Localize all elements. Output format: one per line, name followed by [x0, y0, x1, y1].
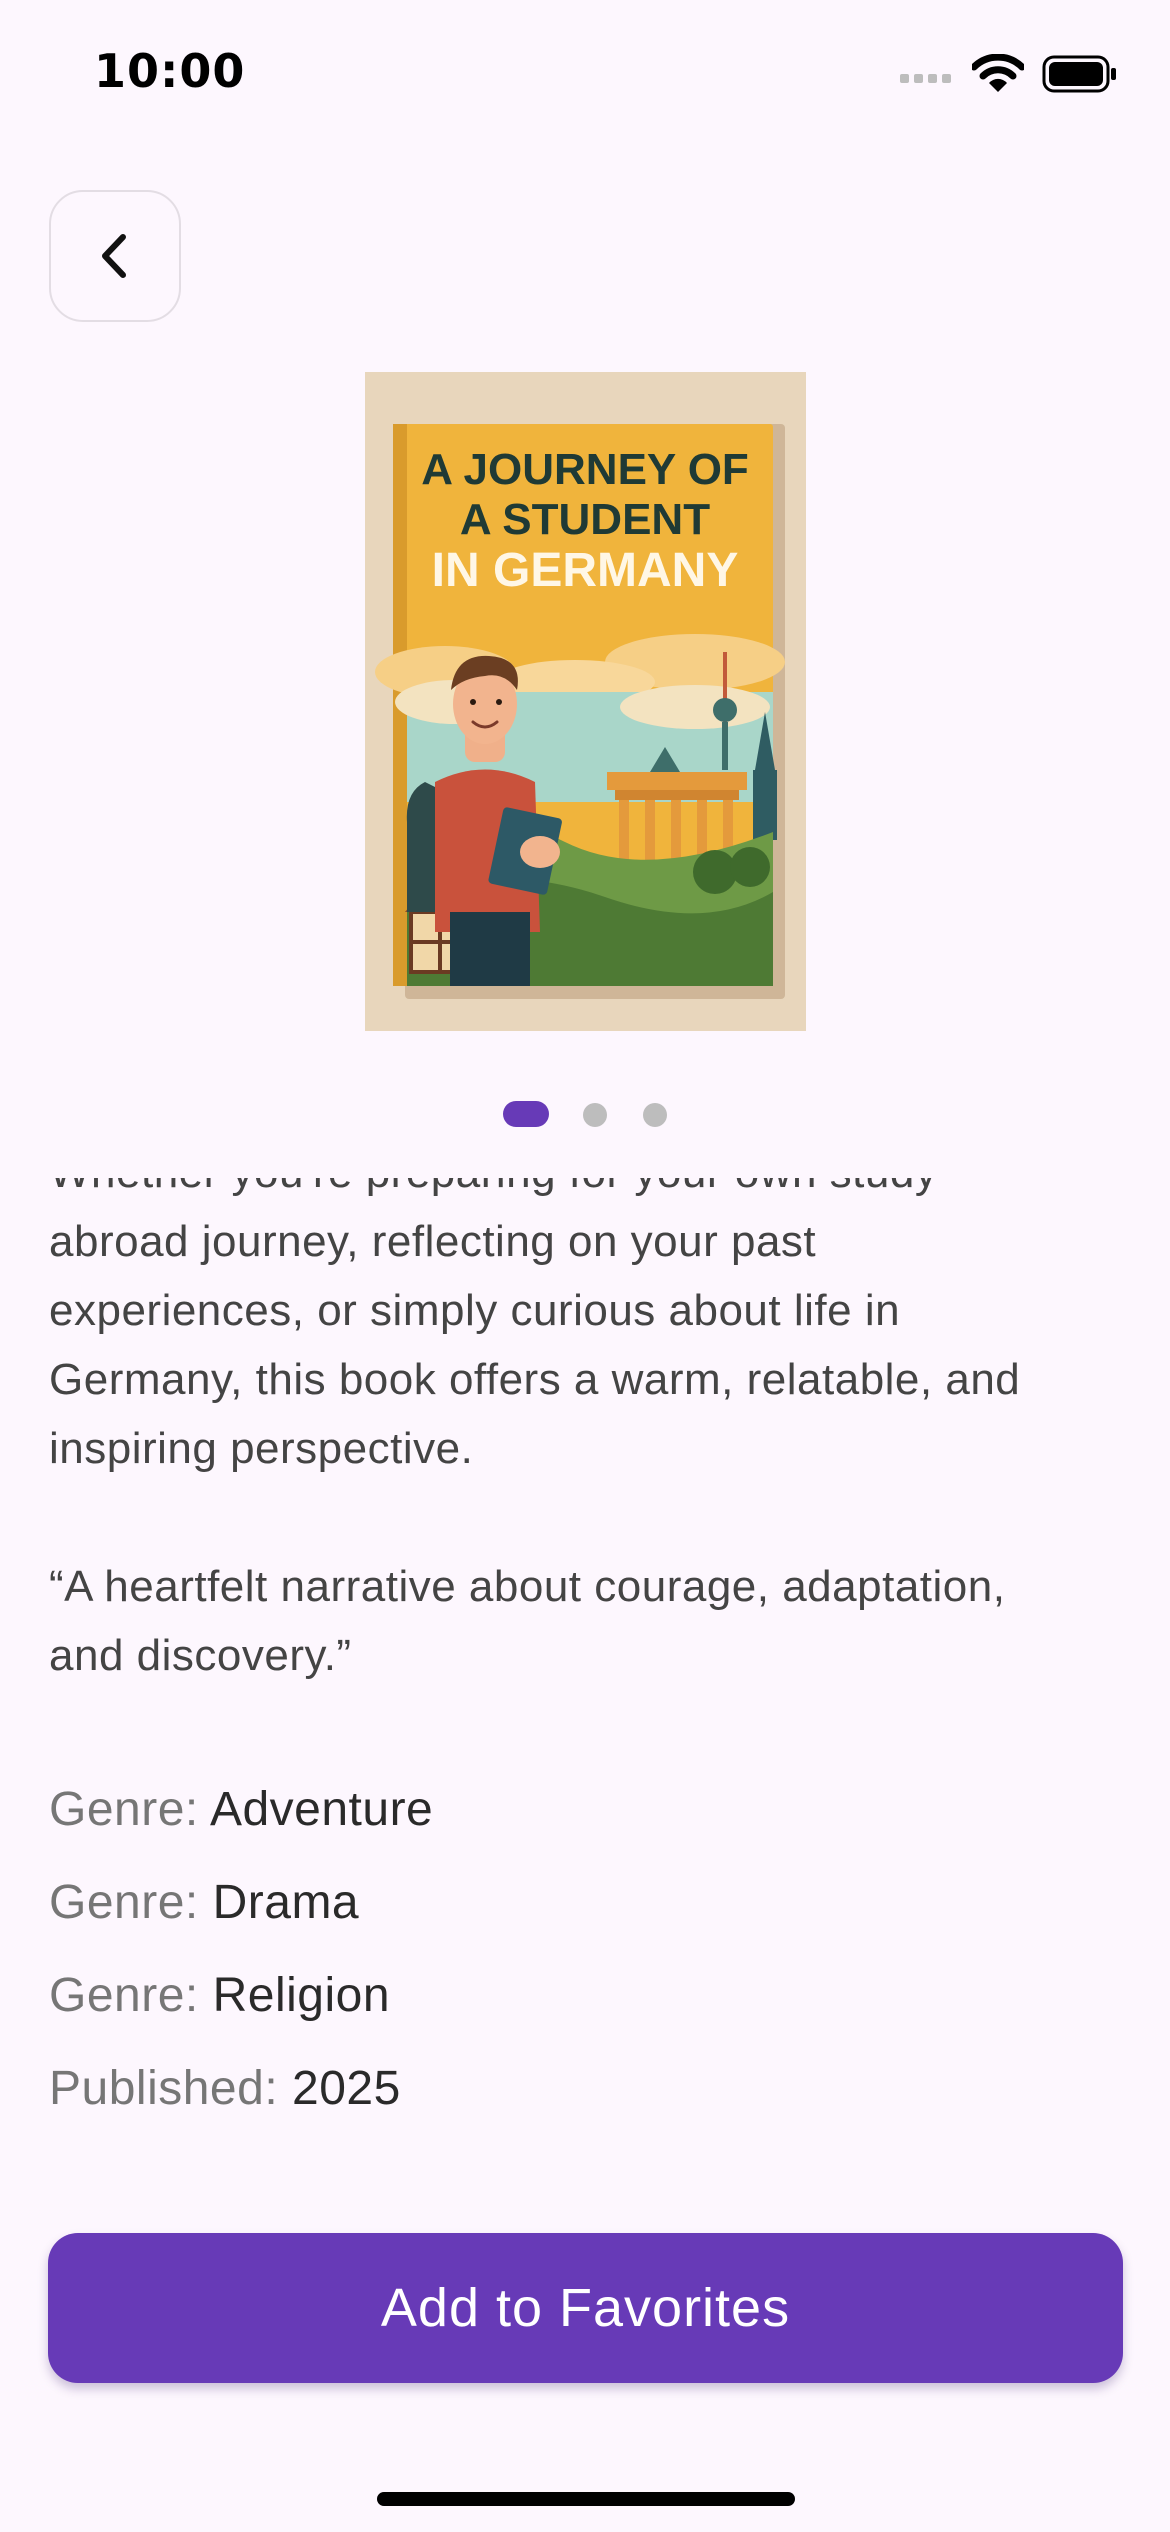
- carousel-dot-active[interactable]: [503, 1101, 549, 1127]
- quote-line: and discovery.”: [49, 1631, 352, 1680]
- status-time: 10:00: [94, 44, 246, 98]
- status-icons: [900, 52, 1118, 96]
- add-to-favorites-label: Add to Favorites: [380, 2278, 791, 2338]
- genre-label: Genre:: [49, 1783, 199, 1836]
- description-line: experiences, or simply curious about lif…: [49, 1286, 901, 1335]
- carousel-dot[interactable]: [583, 1103, 607, 1127]
- genre-value: Adventure: [209, 1783, 434, 1836]
- cover-title-line2: A STUDENT: [460, 495, 710, 544]
- published-row: Published: 2025: [49, 2059, 401, 2119]
- cellular-signal-icon: [900, 74, 951, 83]
- description-scroll-area[interactable]: Whether you're preparing for your own st…: [49, 1178, 1129, 2098]
- genre-row: Genre: Drama: [49, 1873, 359, 1933]
- genre-row: Genre: Religion: [49, 1966, 390, 2026]
- book-cover-image: A JOURNEY OF A STUDENT IN GERMANY: [365, 372, 806, 1031]
- genre-value: Drama: [212, 1876, 360, 1929]
- wifi-icon: [972, 54, 1024, 92]
- description-text: Whether you're preparing for your own st…: [49, 1178, 1129, 1690]
- add-to-favorites-button[interactable]: Add to Favorites: [48, 2233, 1123, 2383]
- genre-value: Religion: [212, 1969, 391, 2022]
- carousel-dot[interactable]: [643, 1103, 667, 1127]
- back-button[interactable]: [49, 190, 181, 322]
- quote-line: “A heartfelt narrative about courage, ad…: [49, 1562, 1006, 1611]
- chevron-left-icon: [102, 234, 126, 278]
- published-value: 2025: [292, 2062, 401, 2115]
- battery-icon: [1042, 55, 1116, 93]
- carousel-indicator: [0, 1101, 1170, 1127]
- cover-title-line1: A JOURNEY OF: [421, 445, 749, 494]
- published-label: Published:: [49, 2062, 279, 2115]
- genre-label: Genre:: [49, 1876, 199, 1929]
- description-line: Germany, this book offers a warm, relata…: [49, 1355, 1021, 1404]
- description-line: inspiring perspective.: [49, 1424, 474, 1473]
- genre-row: Genre: Adventure: [49, 1780, 433, 1840]
- cover-title-line3: IN GERMANY: [432, 544, 739, 597]
- description-line-partial: Whether you're preparing for your own st…: [49, 1178, 1129, 1207]
- genre-label: Genre:: [49, 1969, 199, 2022]
- description-line: abroad journey, reflecting on your past: [49, 1217, 817, 1266]
- home-indicator[interactable]: [377, 2492, 795, 2506]
